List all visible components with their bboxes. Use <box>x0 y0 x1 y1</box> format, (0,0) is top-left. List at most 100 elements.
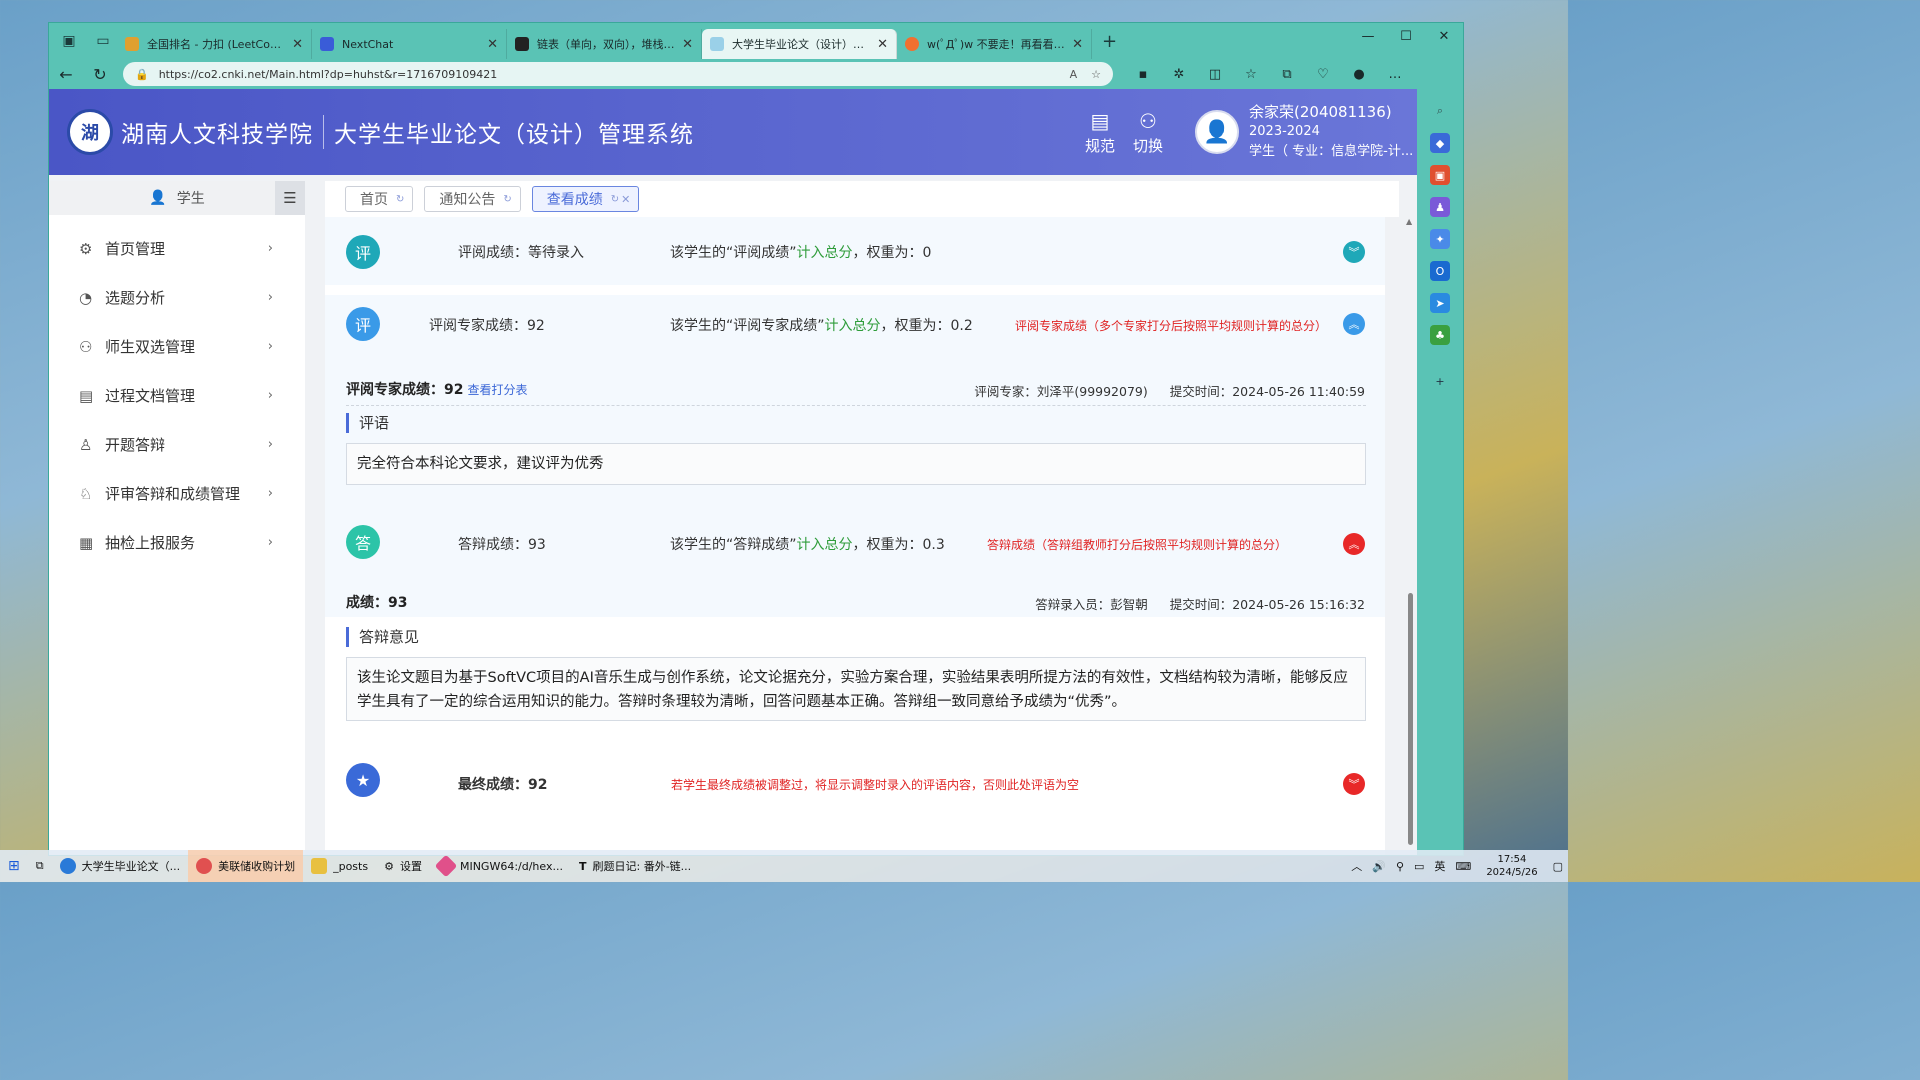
taskbar-item-fed[interactable]: 美联储收购计划 <box>188 850 304 882</box>
nextchat-favicon-icon <box>320 37 334 51</box>
view-score-sheet-link[interactable]: 查看打分表 <box>467 383 527 397</box>
read-aloud-icon[interactable]: A <box>1070 68 1078 81</box>
workspaces-icon[interactable]: ▣ <box>55 27 83 55</box>
sidebar-item-home[interactable]: ⚙ 首页管理 › <box>49 224 305 273</box>
volume-icon[interactable]: 🔊 <box>1372 860 1386 873</box>
shopping-icon[interactable]: ◆ <box>1430 133 1450 153</box>
refresh-icon[interactable]: ↻ <box>396 194 404 205</box>
sidebar-item-review-grades[interactable]: ♘ 评审答辩和成绩管理 › <box>49 469 305 518</box>
user-name: 余家荣(204081136) <box>1249 103 1392 121</box>
chevron-right-icon: › <box>267 388 273 403</box>
keyboard-icon[interactable]: ⌨ <box>1455 860 1471 873</box>
page-tabs: 首页 ↻ 通知公告 ↻ 查看成绩 ↻ ✕ <box>325 181 1399 217</box>
system-tray: ︿ 🔊 ⚲ ▭ 英 ⌨ 17:54 2024/5/26 ▢ <box>1346 850 1568 882</box>
close-tab-icon[interactable]: ✕ <box>1072 37 1083 52</box>
tab-notices[interactable]: 通知公告 ↻ <box>424 186 521 212</box>
browser-window: ▣ ▭ 全国排名 - 力扣 (LeetCode) ✕ NextChat ✕ 链表… <box>48 22 1464 856</box>
collections-icon[interactable]: ⧉ <box>1269 67 1305 82</box>
close-window-icon[interactable]: ✕ <box>1425 23 1463 49</box>
taskbar-item-typora[interactable]: T 刷题日记: 番外-链... <box>571 850 699 882</box>
browser-tab-nextchat[interactable]: NextChat ✕ <box>312 29 507 59</box>
tree-icon[interactable]: ♣ <box>1430 325 1450 345</box>
close-tab-icon[interactable]: ✕ <box>877 37 888 52</box>
taskbar-item-posts[interactable]: _posts <box>303 850 376 882</box>
sidebar-item-process-docs[interactable]: ▤ 过程文档管理 › <box>49 371 305 420</box>
tools-icon[interactable]: ▣ <box>1430 165 1450 185</box>
browser-tab-leetcode[interactable]: 全国排名 - 力扣 (LeetCode) ✕ <box>117 29 312 59</box>
network-icon[interactable]: ⚲ <box>1396 860 1404 873</box>
chevron-down-icon[interactable]: ︾ <box>1343 241 1365 263</box>
chevron-down-icon[interactable]: ︾ <box>1343 773 1365 795</box>
health-icon[interactable]: ♡ <box>1305 67 1341 82</box>
copilot-icon[interactable]: ✦ <box>1430 229 1450 249</box>
notification-icon[interactable]: ▢ <box>1553 860 1563 873</box>
collapse-menu-icon[interactable]: ☰ <box>275 181 305 215</box>
favorite-star-icon[interactable]: ☆ <box>1091 68 1101 81</box>
standards-button[interactable]: ▤ 规范 <box>1085 109 1115 156</box>
ime-indicator[interactable]: 英 <box>1434 858 1445 874</box>
close-icon[interactable]: ✕ <box>621 193 630 206</box>
close-tab-icon[interactable]: ✕ <box>292 37 303 52</box>
minimize-icon[interactable]: — <box>1349 23 1387 49</box>
tab-home[interactable]: 首页 ↻ <box>345 186 414 212</box>
start-button[interactable]: ⊞ <box>0 850 28 882</box>
orange-favicon-icon <box>905 37 919 51</box>
avatar[interactable]: 👤 <box>1195 110 1239 154</box>
taskbar-item-mingw[interactable]: MINGW64:/d/hex... <box>430 850 571 882</box>
sidebar-item-spot-check[interactable]: ▦ 抽检上报服务 › <box>49 518 305 567</box>
close-tab-icon[interactable]: ✕ <box>682 37 693 52</box>
sidebar-item-topic-analysis[interactable]: ◔ 选题分析 › <box>49 273 305 322</box>
tab-actions-icon[interactable]: ▭ <box>89 27 117 55</box>
user-icon: 👤 <box>149 190 167 206</box>
scroll-thumb[interactable] <box>1408 593 1413 845</box>
sidebar-item-mutual-selection[interactable]: ⚇ 师生双选管理 › <box>49 322 305 371</box>
app-area: 湖 湖南人文科技学院 大学生毕业论文（设计）管理系统 ▤ 规范 ⚇ 切换 👤 余… <box>49 89 1419 855</box>
expert-grade-desc: 该学生的“评阅专家成绩”计入总分，权重为：0.2 <box>670 318 973 334</box>
browser-tab-404[interactable]: w(ﾟДﾟ)w 不要走！再看看嘛！ ✕ <box>897 29 1092 59</box>
extension-icon[interactable]: ▪ <box>1125 67 1161 82</box>
refresh-icon[interactable]: ↻ <box>83 65 117 84</box>
new-tab-icon[interactable]: + <box>1102 31 1117 52</box>
outlook-icon[interactable]: O <box>1430 261 1450 281</box>
sidebar-header: 👤 学生 ☰ <box>49 181 305 215</box>
gear-icon: ⚙ <box>384 859 394 873</box>
report-icon: ▦ <box>79 533 94 552</box>
refresh-icon[interactable]: ↻ <box>503 194 511 205</box>
browser-tab-thesis[interactable]: 大学生毕业论文（设计）管理系统 ✕ <box>702 29 897 59</box>
chevron-up-icon[interactable]: ︽ <box>1343 533 1365 555</box>
url-field[interactable]: 🔒 https://co2.cnki.net/Main.html?dp=huhs… <box>123 62 1113 86</box>
chevron-up-icon[interactable]: ︽ <box>1343 313 1365 335</box>
more-menu-icon[interactable]: … <box>1377 67 1413 82</box>
scrollbar[interactable]: ▲ <box>1405 217 1415 855</box>
header-divider <box>323 115 324 149</box>
browser-tab-linkedlist[interactable]: 链表（单向，双向），堆栈，队列 ✕ <box>507 29 702 59</box>
add-icon[interactable]: + <box>1430 371 1450 391</box>
search-icon[interactable]: ⌕ <box>1430 101 1450 121</box>
sidebar-item-proposal-defense[interactable]: ♙ 开题答辩 › <box>49 420 305 469</box>
taskbar-item-browser[interactable]: 大学生毕业论文（... <box>52 850 189 882</box>
task-view-button[interactable]: ⧉ <box>28 850 52 882</box>
clock[interactable]: 17:54 2024/5/26 <box>1486 853 1537 879</box>
tab-view-grades[interactable]: 查看成绩 ↻ ✕ <box>531 186 640 212</box>
send-icon[interactable]: ➤ <box>1430 293 1450 313</box>
split-screen-icon[interactable]: ◫ <box>1197 67 1233 82</box>
profile-avatar-icon[interactable]: ● <box>1341 67 1377 82</box>
edge-sidebar: ⌕ ◆ ▣ ♟ ✦ O ➤ ♣ + <box>1417 89 1463 855</box>
puzzle-icon[interactable]: ✲ <box>1161 67 1197 82</box>
close-tab-icon[interactable]: ✕ <box>487 37 498 52</box>
battery-icon[interactable]: ▭ <box>1414 860 1424 873</box>
medal-icon: ★ <box>346 763 380 797</box>
defense-grade-desc: 该学生的“答辩成绩”计入总分，权重为：0.3 <box>670 537 945 553</box>
scroll-up-icon[interactable]: ▲ <box>1406 217 1412 226</box>
back-icon[interactable]: ← <box>49 65 83 84</box>
sidebar: 👤 学生 ☰ ⚙ 首页管理 › ◔ 选题分析 › ⚇ 师生双选管理 › ▤ 过程… <box>49 181 305 855</box>
chevron-up-icon[interactable]: ︿ <box>1351 858 1362 874</box>
review-grade-section: 评 评阅成绩：等待录入 该学生的“评阅成绩”计入总分，权重为：0 ︾ <box>325 217 1385 285</box>
maximize-icon[interactable]: ☐ <box>1387 23 1425 49</box>
refresh-icon[interactable]: ↻ <box>611 194 619 205</box>
switch-button[interactable]: ⚇ 切换 <box>1133 109 1163 156</box>
games-icon[interactable]: ♟ <box>1430 197 1450 217</box>
taskbar-item-settings[interactable]: ⚙ 设置 <box>376 850 430 882</box>
expert-comment: 完全符合本科论文要求，建议评为优秀 <box>346 443 1366 485</box>
favorites-icon[interactable]: ☆ <box>1233 67 1269 82</box>
